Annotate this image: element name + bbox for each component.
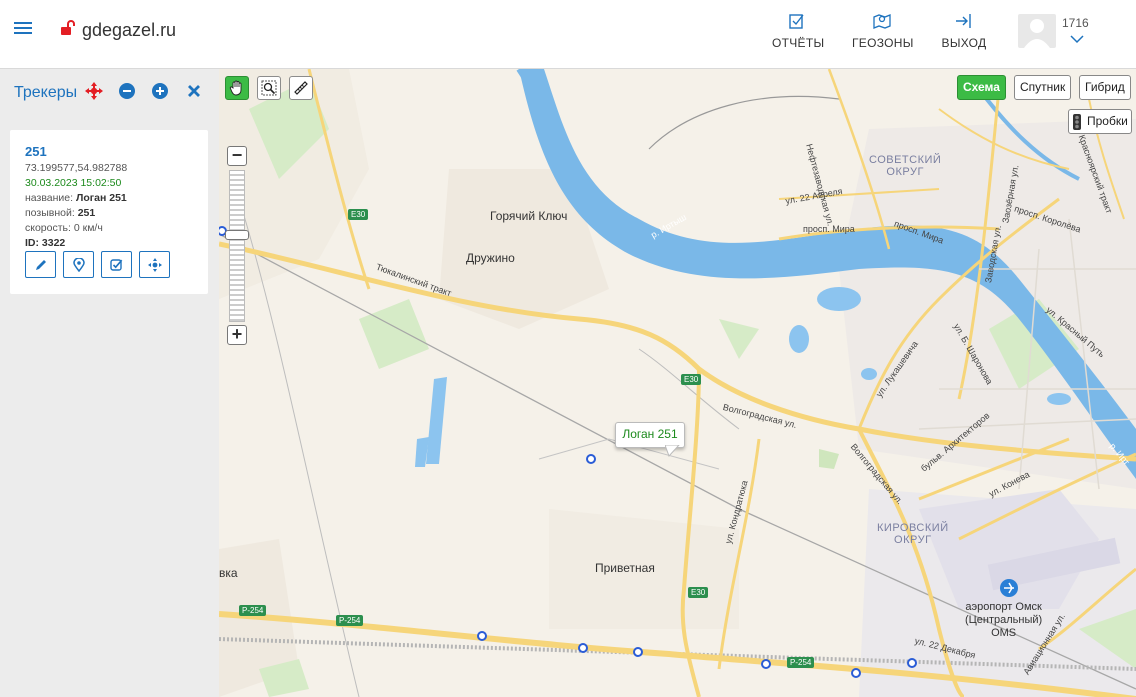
station-marker[interactable] (586, 454, 596, 464)
move-icon[interactable] (85, 82, 103, 100)
close-icon[interactable] (187, 84, 201, 98)
tracker-callsign: позывной: 251 (25, 207, 95, 219)
road-sign: P-254 (239, 605, 267, 616)
geozone-icon (873, 14, 891, 29)
map-label-kirovsky: КИРОВСКИЙ ОКРУГ (877, 522, 949, 546)
reports-label: ОТЧЁТЫ (772, 36, 825, 50)
map-label-airport: аэропорт Омск (Центральный) OMS (965, 601, 1043, 639)
tracker-number[interactable]: 251 (25, 144, 47, 159)
map-label-privetnaya: Приветная (595, 561, 655, 575)
tracker-speed: скорость: 0 км/ч (25, 222, 103, 234)
ruler-tool-button[interactable] (289, 76, 313, 100)
road-sign: P-254 (336, 615, 364, 626)
plus-circle-icon[interactable] (152, 83, 168, 99)
station-marker[interactable] (477, 631, 487, 641)
avatar[interactable] (1018, 14, 1056, 48)
locate-button[interactable] (63, 251, 94, 278)
station-marker[interactable] (633, 647, 643, 657)
edit-button[interactable] (25, 251, 56, 278)
tracker-name-label: название: (25, 192, 74, 204)
ruler-icon (294, 81, 308, 95)
zoom-slider-track[interactable] (229, 170, 245, 322)
zoom-area-tool-button[interactable] (257, 76, 281, 100)
minus-circle-icon[interactable] (119, 83, 135, 99)
logout-button[interactable]: ВЫХОД (940, 12, 988, 50)
tracker-coords: 73.199577,54.982788 (25, 162, 128, 174)
map-pin-icon (72, 257, 85, 272)
sidebar: Трекеры 251 73.199577,54.982788 30.03.20… (0, 69, 219, 697)
pencil-icon (35, 259, 46, 270)
logout-icon (956, 14, 971, 28)
trackers-title: Трекеры (14, 84, 78, 101)
zoom-area-icon (261, 80, 277, 96)
traffic-light-icon (1073, 114, 1081, 130)
map-label-druzhino: Дружино (466, 251, 515, 265)
road-sign: E30 (348, 209, 369, 220)
tracker-name-value: Логан 251 (75, 192, 127, 204)
center-button[interactable] (139, 251, 170, 278)
map-label-pr-mira: просп. Мира (803, 224, 855, 234)
tracker-name: название: Логан 251 (25, 192, 127, 204)
road-sign: E30 (688, 587, 709, 598)
geozones-button[interactable]: ГЕОЗОНЫ (852, 12, 914, 50)
balloon-tail-icon (665, 445, 680, 457)
zoom-in-button[interactable]: + (227, 325, 247, 345)
header: gdegazel.ru ОТЧЁТЫ ГЕОЗОНЫ ВЫХОД 1716 (0, 0, 1136, 69)
tracker-datetime: 30.03.2023 15:02:50 (25, 177, 122, 189)
user-id: 1716 (1062, 16, 1089, 30)
layer-scheme-button[interactable]: Схема (957, 75, 1006, 100)
layer-hybrid-button[interactable]: Гибрид (1079, 75, 1131, 100)
check-square-icon (110, 259, 123, 271)
traffic-label: Пробки (1087, 114, 1128, 128)
map-label-goryachiy-klyuch: Горячий Ключ (490, 209, 568, 223)
tracker-callsign-value: 251 (77, 207, 96, 219)
geozones-label: ГЕОЗОНЫ (852, 36, 914, 50)
menu-icon[interactable] (14, 22, 32, 36)
traffic-button[interactable]: Пробки (1068, 109, 1132, 134)
hand-icon (229, 80, 242, 96)
station-marker[interactable] (851, 668, 861, 678)
reports-button[interactable]: ОТЧЁТЫ (772, 12, 825, 50)
road-sign: E30 (681, 374, 702, 385)
logout-label: ВЫХОД (941, 36, 987, 50)
report-icon (789, 14, 804, 29)
chevron-down-icon[interactable] (1070, 34, 1084, 44)
site-name[interactable]: gdegazel.ru (82, 20, 176, 41)
layer-satellite-button[interactable]: Спутник (1014, 75, 1072, 100)
tracker-callsign-label: позывной: (25, 207, 75, 219)
station-marker[interactable] (578, 643, 588, 653)
station-marker[interactable] (907, 658, 917, 668)
road-sign: P-254 (787, 657, 815, 668)
lock-open-icon (61, 20, 75, 35)
zoom-slider-thumb[interactable] (225, 230, 249, 240)
map-label-sovetsky: СОВЕТСКИЙ ОКРУГ (869, 154, 942, 178)
crosshair-icon (147, 257, 162, 272)
check-button[interactable] (101, 251, 132, 278)
map[interactable]: Горячий Ключ Дружино Приветная вка Тюкал… (219, 69, 1136, 697)
zoom-out-button[interactable]: − (227, 146, 247, 166)
zoom-control: − + (225, 146, 249, 346)
pan-tool-button[interactable] (225, 76, 249, 100)
station-marker[interactable] (761, 659, 771, 669)
tracker-card[interactable]: 251 73.199577,54.982788 30.03.2023 15:02… (10, 130, 208, 294)
map-label-vka: вка (219, 566, 238, 580)
tracker-id: ID: 3322 (25, 237, 66, 249)
